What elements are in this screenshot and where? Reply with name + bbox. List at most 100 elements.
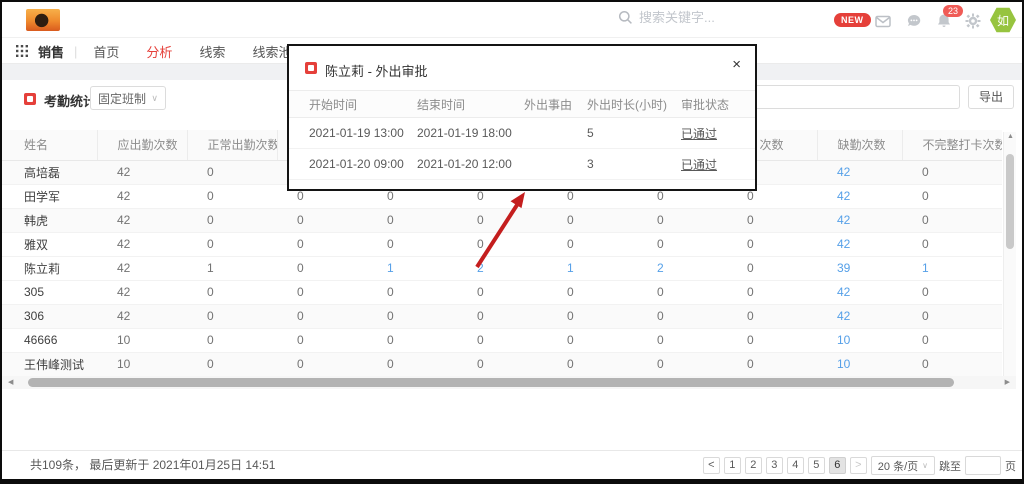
gear-icon[interactable] [964,12,982,30]
count-link-cell[interactable]: 1 [547,256,637,280]
scroll-right-icon[interactable]: ▶ [1005,378,1010,386]
name-cell: 306 [2,304,97,328]
global-search [618,10,809,25]
count-cell: 42 [97,208,187,232]
search-input[interactable] [639,10,809,25]
chevron-down-icon: ∨ [151,93,158,104]
count-cell: 0 [277,256,367,280]
count-link-cell[interactable]: 1 [367,256,457,280]
count-cell: 42 [97,256,187,280]
attendance-stats-page: { "topbar": { "search_placeholder": "搜索关… [0,0,1024,484]
count-cell: 0 [187,352,277,376]
count-cell: 0 [367,328,457,352]
count-cell: 0 [277,280,367,304]
jump-page-input[interactable] [965,456,1001,475]
count-cell: 0 [547,280,637,304]
page-size-select[interactable]: 20 条/页 ∨ [871,456,935,475]
nav-item-线索池[interactable]: 线索池 [252,42,291,61]
jump-suffix: 页 [1005,458,1016,474]
count-cell: 0 [457,304,547,328]
approval-status-cell[interactable]: 已通过 [661,149,755,180]
count-cell: 0 [367,232,457,256]
name-cell: 305 [2,280,97,304]
table-row: 陈立莉421012120391 [2,256,1002,280]
count-cell: 42 [97,304,187,328]
approval-status-cell[interactable]: 已通过 [661,118,755,149]
count-cell: 0 [547,304,637,328]
name-cell: 46666 [2,328,97,352]
count-link-cell[interactable]: 42 [817,160,902,184]
count-cell: 0 [277,352,367,376]
modal-header: 陈立莉 - 外出审批 × [289,46,755,90]
nav-item-线索[interactable]: 线索 [199,42,225,61]
mail-icon[interactable] [874,12,892,30]
count-cell: 0 [902,160,1002,184]
page-button-6[interactable]: 6 [829,457,846,474]
modal-cell: 3 [567,149,661,180]
count-cell: 0 [902,232,1002,256]
table-body: 高培磊420000000420田学军420000000420韩虎42000000… [2,160,1002,376]
count-link-cell[interactable]: 42 [817,232,902,256]
count-link-cell[interactable]: 1 [902,256,1002,280]
nav-item-首页[interactable]: 首页 [93,42,119,61]
page-button-4[interactable]: 4 [787,457,804,474]
apps-grid-icon[interactable] [16,45,28,57]
chat-icon[interactable] [905,12,923,30]
count-link-cell[interactable]: 42 [817,304,902,328]
count-cell: 10 [97,352,187,376]
close-icon[interactable]: × [732,57,741,72]
count-cell: 0 [637,232,727,256]
modal-table-body: 2021-01-19 13:002021-01-19 18:005已通过2021… [289,118,755,180]
shift-type-select[interactable]: 固定班制 ∨ [90,86,166,110]
count-cell: 0 [457,328,547,352]
chevron-down-icon: ∨ [922,461,928,470]
page-button-3[interactable]: 3 [766,457,783,474]
nav-item-分析[interactable]: 分析 [146,42,172,61]
count-cell: 0 [547,208,637,232]
modal-table-row: 2021-01-19 13:002021-01-19 18:005已通过 [289,118,755,149]
count-link-cell[interactable]: 42 [817,280,902,304]
count-cell: 0 [727,232,817,256]
company-logo[interactable] [26,9,60,31]
scroll-left-icon[interactable]: ◀ [8,378,13,386]
count-link-cell[interactable]: 2 [637,256,727,280]
pagination: < 123456 > 20 条/页 ∨ 跳至 页 [703,451,1016,480]
count-cell: 0 [277,208,367,232]
count-cell: 0 [637,304,727,328]
count-cell: 0 [187,208,277,232]
count-cell: 0 [902,352,1002,376]
export-button[interactable]: 导出 [968,85,1014,109]
modal-column-header: 开始时间 [289,91,397,118]
app-switcher-label[interactable]: 销售 [38,42,64,61]
prev-page-button[interactable]: < [703,457,720,474]
name-cell: 田学军 [2,184,97,208]
page-button-5[interactable]: 5 [808,457,825,474]
count-cell: 0 [187,160,277,184]
modal-cell: 2021-01-19 18:00 [397,118,504,149]
avatar[interactable]: 如 [990,7,1016,33]
count-link-cell[interactable]: 39 [817,256,902,280]
vertical-scroll-thumb[interactable] [1006,154,1014,249]
count-cell: 0 [727,256,817,280]
horizontal-scrollbar[interactable]: ◀ ▶ [2,376,1016,389]
count-cell: 0 [457,232,547,256]
count-cell: 0 [727,280,817,304]
count-link-cell[interactable]: 10 [817,328,902,352]
count-cell: 42 [97,160,187,184]
count-link-cell[interactable]: 10 [817,352,902,376]
page-button-1[interactable]: 1 [724,457,741,474]
count-cell: 0 [457,352,547,376]
horizontal-scroll-thumb[interactable] [28,378,954,387]
count-link-cell[interactable]: 2 [457,256,547,280]
count-cell: 0 [547,352,637,376]
count-link-cell[interactable]: 42 [817,208,902,232]
table-row: 王伟峰测试100000000100 [2,352,1002,376]
scroll-up-icon[interactable]: ▲ [1004,133,1017,140]
next-page-button[interactable]: > [850,457,867,474]
count-cell: 0 [187,328,277,352]
page-size-value: 20 条/页 [878,458,918,474]
vertical-scrollbar[interactable]: ▲ ▼ [1003,132,1016,389]
count-link-cell[interactable]: 42 [817,184,902,208]
count-cell: 0 [187,280,277,304]
page-button-2[interactable]: 2 [745,457,762,474]
